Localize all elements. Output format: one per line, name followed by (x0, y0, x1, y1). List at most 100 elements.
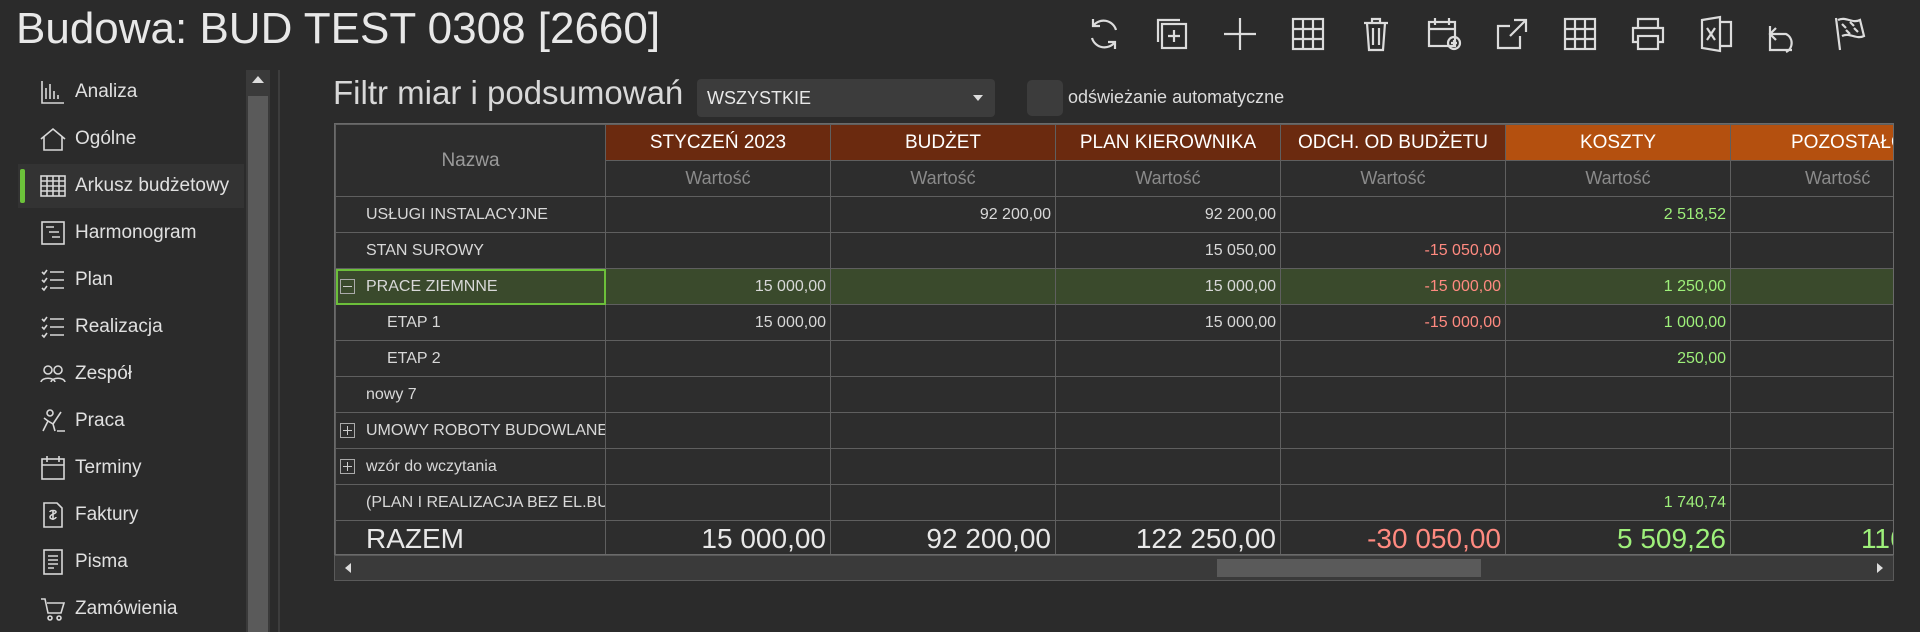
column-header[interactable]: PLAN KIEROWNIKA (1055, 124, 1281, 161)
scrollbar-thumb[interactable] (1217, 559, 1481, 577)
table-cell[interactable] (1505, 376, 1731, 413)
sidebar-item-pisma[interactable]: Pisma (18, 540, 244, 584)
table-cell[interactable]: -15 000,00 (1280, 268, 1506, 305)
scroll-up-icon[interactable] (252, 76, 264, 83)
table-cell[interactable] (1280, 340, 1506, 377)
filter-select[interactable]: WSZYSTKIE (697, 79, 995, 117)
table-cell[interactable] (1055, 448, 1281, 485)
table-cell[interactable] (1730, 448, 1893, 485)
columns-icon[interactable] (1274, 10, 1342, 58)
column-header[interactable]: POZOSTAŁO (1730, 124, 1893, 161)
table-cell[interactable]: -15 050,00 (1280, 232, 1506, 269)
table-cell[interactable]: 15 050,00 (1055, 232, 1281, 269)
table-cell[interactable] (830, 484, 1056, 521)
column-header[interactable]: ODCH. OD BUDŻETU (1280, 124, 1506, 161)
table-cell[interactable] (1055, 340, 1281, 377)
trash-icon[interactable] (1342, 10, 1410, 58)
table-cell[interactable]: 250,00 (1505, 340, 1731, 377)
table-cell[interactable]: 1 000,00 (1505, 304, 1731, 341)
calendar-add-icon[interactable] (1410, 10, 1478, 58)
printer-icon[interactable] (1614, 10, 1682, 58)
sidebar-item-plan[interactable]: Plan (18, 258, 244, 302)
table-cell[interactable]: 1 740,74 (1505, 484, 1731, 521)
refresh-icon[interactable] (1070, 10, 1138, 58)
row-name-cell[interactable]: ETAP 2 (335, 340, 606, 377)
table-cell[interactable] (605, 412, 831, 449)
column-header-name[interactable]: Nazwa (335, 124, 606, 197)
row-name-cell[interactable]: (PLAN I REALIZACJA BEZ EL.BUDŻETU) (335, 484, 606, 521)
table-cell[interactable]: 14 000,00 (1730, 304, 1893, 341)
scrollbar-thumb[interactable] (248, 96, 268, 632)
sidebar-scrollbar[interactable] (246, 70, 270, 632)
plus-icon[interactable] (1206, 10, 1274, 58)
row-name-cell[interactable]: UMOWY ROBOTY BUDOWLANE (335, 412, 606, 449)
row-name-cell[interactable]: USŁUGI INSTALACYJNE (335, 196, 606, 233)
table-cell[interactable] (830, 304, 1056, 341)
table-cell[interactable] (1280, 196, 1506, 233)
table-cell[interactable] (1055, 376, 1281, 413)
table-cell[interactable]: 15 000,00 (605, 268, 831, 305)
sidebar-item-zamowienia[interactable]: Zamówienia (18, 587, 244, 631)
table-cell[interactable] (1505, 232, 1731, 269)
expand-icon[interactable] (340, 422, 355, 438)
table-cell[interactable] (1280, 376, 1506, 413)
table-cell[interactable]: 2 518,52 (1505, 196, 1731, 233)
table-cell[interactable] (1280, 448, 1506, 485)
add-copy-icon[interactable] (1138, 10, 1206, 58)
table-cell[interactable]: 15 050,00 (1730, 232, 1893, 269)
table-cell[interactable]: 1 250,00 (1505, 268, 1731, 305)
table-row[interactable]: PRACE ZIEMNNE 15 000,00 15 000,00 -15 000,0… (335, 268, 1893, 305)
table-cell[interactable]: 89 681,48 (1730, 196, 1893, 233)
table-cell[interactable] (1505, 412, 1731, 449)
table-row[interactable]: (PLAN I REALIZACJA BEZ EL.BUDŻETU) 1 740,… (335, 484, 1893, 521)
row-name-cell[interactable]: nowy 7 (335, 376, 606, 413)
table-cell[interactable] (605, 232, 831, 269)
table-row[interactable]: UMOWY ROBOTY BUDOWLANE (335, 412, 1893, 449)
table-cell[interactable]: -15 000,00 (1280, 304, 1506, 341)
excel-icon[interactable] (1682, 10, 1750, 58)
table-cell[interactable]: 15 000,00 (1055, 268, 1281, 305)
table-row[interactable]: STAN SUROWY15 050,00-15 050,0015 050,00 (335, 232, 1893, 269)
table-cell[interactable] (605, 484, 831, 521)
sidebar-item-ogolne[interactable]: Ogólne (18, 117, 244, 161)
table-row[interactable]: ETAP 1 15 000,00 15 000,00 -15 000,00 1 000,… (335, 304, 1893, 341)
table-row[interactable]: wzór do wczytania (335, 448, 1893, 485)
column-header[interactable]: KOSZTY (1505, 124, 1731, 161)
table-cell[interactable] (830, 340, 1056, 377)
table-cell[interactable] (830, 268, 1056, 305)
table-cell[interactable]: 92 200,00 (1055, 196, 1281, 233)
table-row[interactable]: ETAP 2 250,00-250,00 (335, 340, 1893, 377)
row-name-cell[interactable]: PRACE ZIEMNNE (335, 268, 606, 305)
sidebar-item-zespol[interactable]: Zespół (18, 352, 244, 396)
column-header[interactable]: STYCZEŃ 2023 (605, 124, 831, 161)
table-cell[interactable]: -1 740,74 (1730, 484, 1893, 521)
row-name-cell[interactable]: ETAP 1 (335, 304, 606, 341)
table-row[interactable]: USŁUGI INSTALACYJNE 92 200,00 92 200,00 2 5… (335, 196, 1893, 233)
collapse-icon[interactable] (340, 278, 355, 294)
horizontal-scrollbar[interactable] (334, 555, 1894, 581)
table-cell[interactable] (605, 448, 831, 485)
expand-icon[interactable] (340, 458, 355, 474)
scroll-right-icon[interactable] (1877, 563, 1883, 573)
table-cell[interactable] (830, 232, 1056, 269)
sidebar-item-faktury[interactable]: Faktury (18, 493, 244, 537)
table-cell[interactable] (605, 340, 831, 377)
row-name-cell[interactable]: STAN SUROWY (335, 232, 606, 269)
table-cell[interactable] (1055, 484, 1281, 521)
sidebar-item-harmonogram[interactable]: Harmonogram (18, 211, 244, 255)
table-cell[interactable] (830, 448, 1056, 485)
table-cell[interactable] (1055, 412, 1281, 449)
table-cell[interactable]: 92 200,00 (830, 196, 1056, 233)
table-cell[interactable] (830, 376, 1056, 413)
table-cell[interactable] (1280, 484, 1506, 521)
sidebar-item-terminy[interactable]: Terminy (18, 446, 244, 490)
column-header[interactable]: BUDŻET (830, 124, 1056, 161)
flag-icon[interactable] (1818, 10, 1886, 58)
sidebar-item-arkusz-budzetowy[interactable]: Arkusz budżetowy (18, 164, 244, 208)
table-cell[interactable] (1280, 412, 1506, 449)
back-icon[interactable] (1750, 10, 1818, 58)
table-row[interactable]: nowy 7 (335, 376, 1893, 413)
sidebar-item-praca[interactable]: Praca (18, 399, 244, 443)
scroll-left-icon[interactable] (345, 563, 351, 573)
table-cell[interactable] (1730, 412, 1893, 449)
